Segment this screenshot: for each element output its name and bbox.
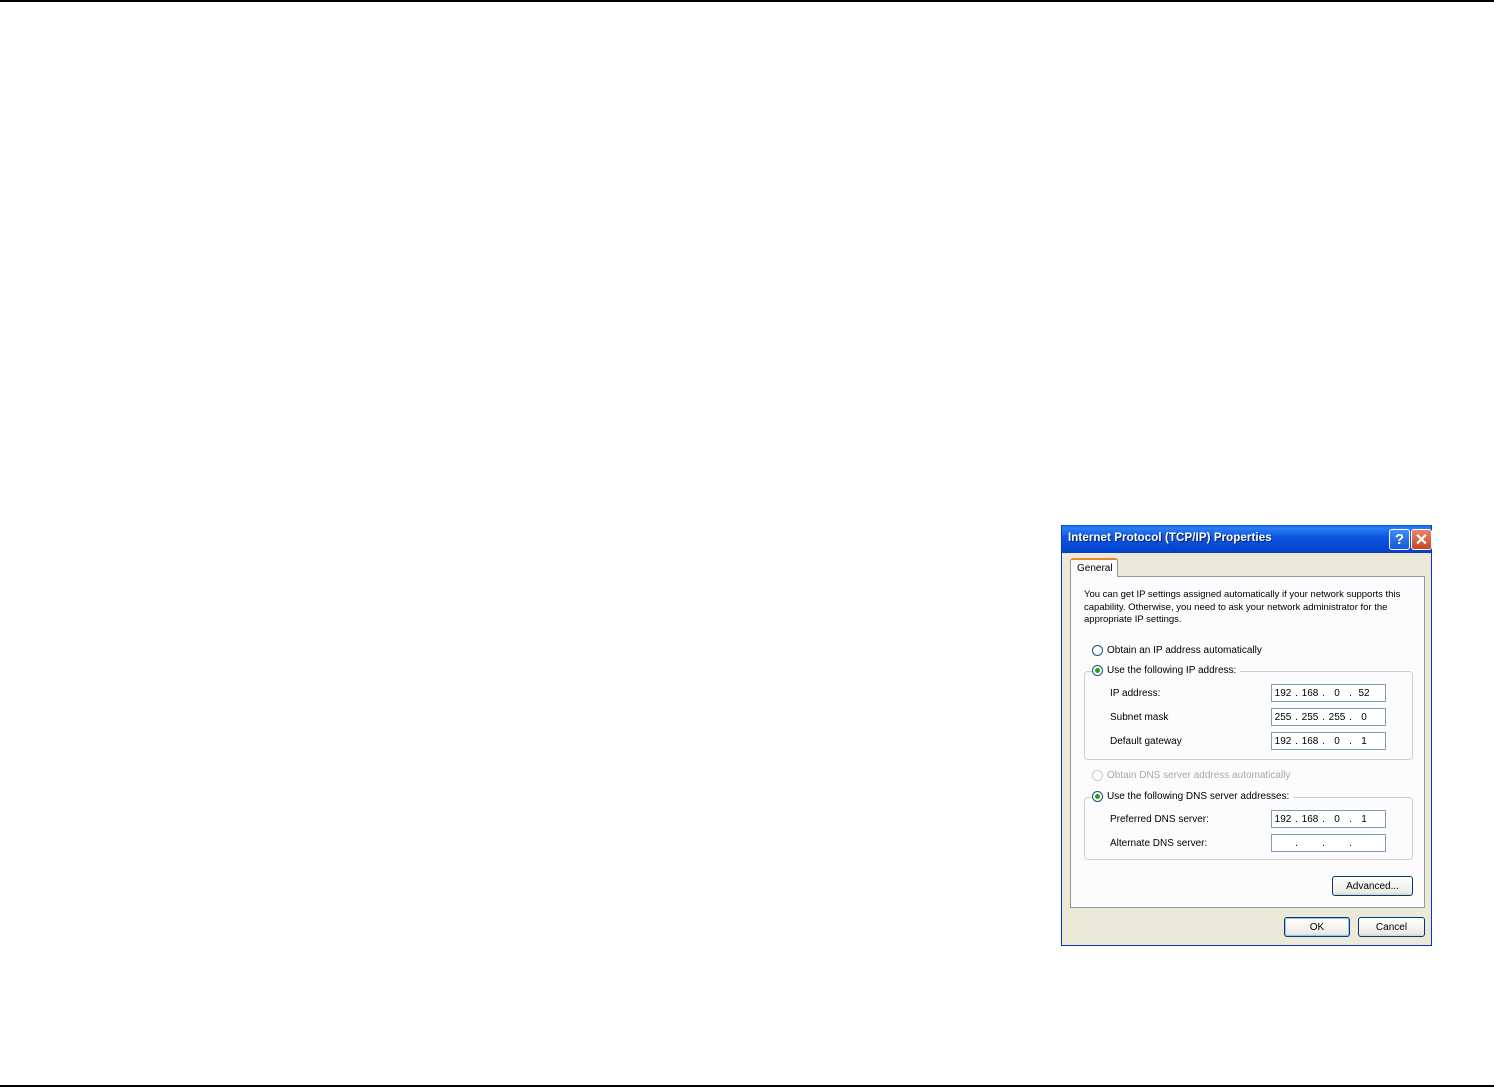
ip-octet: 168: [1301, 735, 1319, 747]
ip-octet: 255: [1328, 711, 1346, 723]
ip-octet: 1: [1361, 735, 1367, 747]
ip-octet: 168: [1301, 687, 1319, 699]
radio-checked-icon[interactable]: [1092, 665, 1103, 676]
use-following-ip-label: Use the following IP address:: [1107, 665, 1237, 676]
general-panel: You can get IP settings assigned automat…: [1070, 576, 1425, 908]
help-button[interactable]: ?: [1389, 529, 1410, 550]
default-gateway-label: Default gateway: [1110, 736, 1182, 747]
ip-octet: 255: [1301, 711, 1319, 723]
title-bar[interactable]: Internet Protocol (TCP/IP) Properties ? …: [1062, 525, 1432, 553]
advanced-button[interactable]: Advanced...: [1332, 876, 1413, 896]
obtain-dns-auto-radio[interactable]: Obtain DNS server address automatically: [1092, 770, 1295, 781]
ip-octet: 1: [1361, 813, 1367, 825]
alternate-dns-field[interactable]: . . .: [1271, 834, 1386, 852]
default-gateway-field[interactable]: 192. 168. 0. 1: [1271, 732, 1386, 750]
help-icon: ?: [1394, 531, 1405, 548]
ok-button[interactable]: OK: [1284, 917, 1350, 937]
ip-octet: 192: [1274, 735, 1292, 747]
preferred-dns-field[interactable]: 192. 168. 0. 1: [1271, 810, 1386, 828]
radio-checked-icon[interactable]: [1092, 791, 1103, 802]
tcpip-properties-dialog: Internet Protocol (TCP/IP) Properties ? …: [1061, 525, 1432, 946]
ip-address-group: IP address: 192. 168. 0. 52 Subnet mask …: [1084, 671, 1413, 760]
subnet-mask-label: Subnet mask: [1110, 712, 1169, 723]
use-following-dns-radio[interactable]: Use the following DNS server addresses:: [1092, 791, 1294, 802]
ip-address-field[interactable]: 192. 168. 0. 52: [1271, 684, 1386, 702]
subnet-mask-field[interactable]: 255. 255. 255. 0: [1271, 708, 1386, 726]
ip-octet: 0: [1334, 735, 1340, 747]
ip-octet: 255: [1274, 711, 1292, 723]
use-following-dns-label: Use the following DNS server addresses:: [1107, 791, 1290, 802]
obtain-ip-auto-label: Obtain an IP address automatically: [1107, 645, 1262, 656]
octet-separator: .: [1349, 837, 1352, 849]
use-following-ip-radio[interactable]: Use the following IP address:: [1092, 665, 1241, 676]
ip-address-label: IP address:: [1110, 688, 1161, 699]
intro-text: You can get IP settings assigned automat…: [1084, 589, 1401, 625]
obtain-ip-auto-radio[interactable]: Obtain an IP address automatically: [1092, 645, 1266, 656]
ip-octet: 192: [1274, 813, 1292, 825]
top-rule: [0, 0, 1494, 2]
octet-separator: .: [1322, 837, 1325, 849]
close-icon: ✕: [1414, 531, 1429, 549]
tab-general-label: General: [1077, 563, 1113, 574]
obtain-dns-auto-label: Obtain DNS server address automatically: [1107, 770, 1291, 781]
alternate-dns-label: Alternate DNS server:: [1110, 838, 1208, 849]
ip-octet: 192: [1274, 687, 1292, 699]
dialog-title: Internet Protocol (TCP/IP) Properties: [1068, 532, 1272, 544]
radio-unchecked-icon[interactable]: [1092, 645, 1103, 656]
preferred-dns-label: Preferred DNS server:: [1110, 814, 1209, 825]
bottom-rule: [0, 1085, 1494, 1087]
radio-disabled-icon: [1092, 770, 1103, 781]
dns-group: Preferred DNS server: 192. 168. 0. 1 Alt…: [1084, 797, 1413, 860]
ip-octet: 168: [1301, 813, 1319, 825]
close-button[interactable]: ✕: [1411, 529, 1432, 550]
ip-octet: 0: [1334, 687, 1340, 699]
ip-octet: 0: [1361, 711, 1367, 723]
cancel-button[interactable]: Cancel: [1358, 917, 1425, 937]
ip-octet: 52: [1358, 687, 1370, 699]
tab-general[interactable]: General: [1070, 558, 1118, 577]
octet-separator: .: [1295, 837, 1298, 849]
ip-octet: 0: [1334, 813, 1340, 825]
